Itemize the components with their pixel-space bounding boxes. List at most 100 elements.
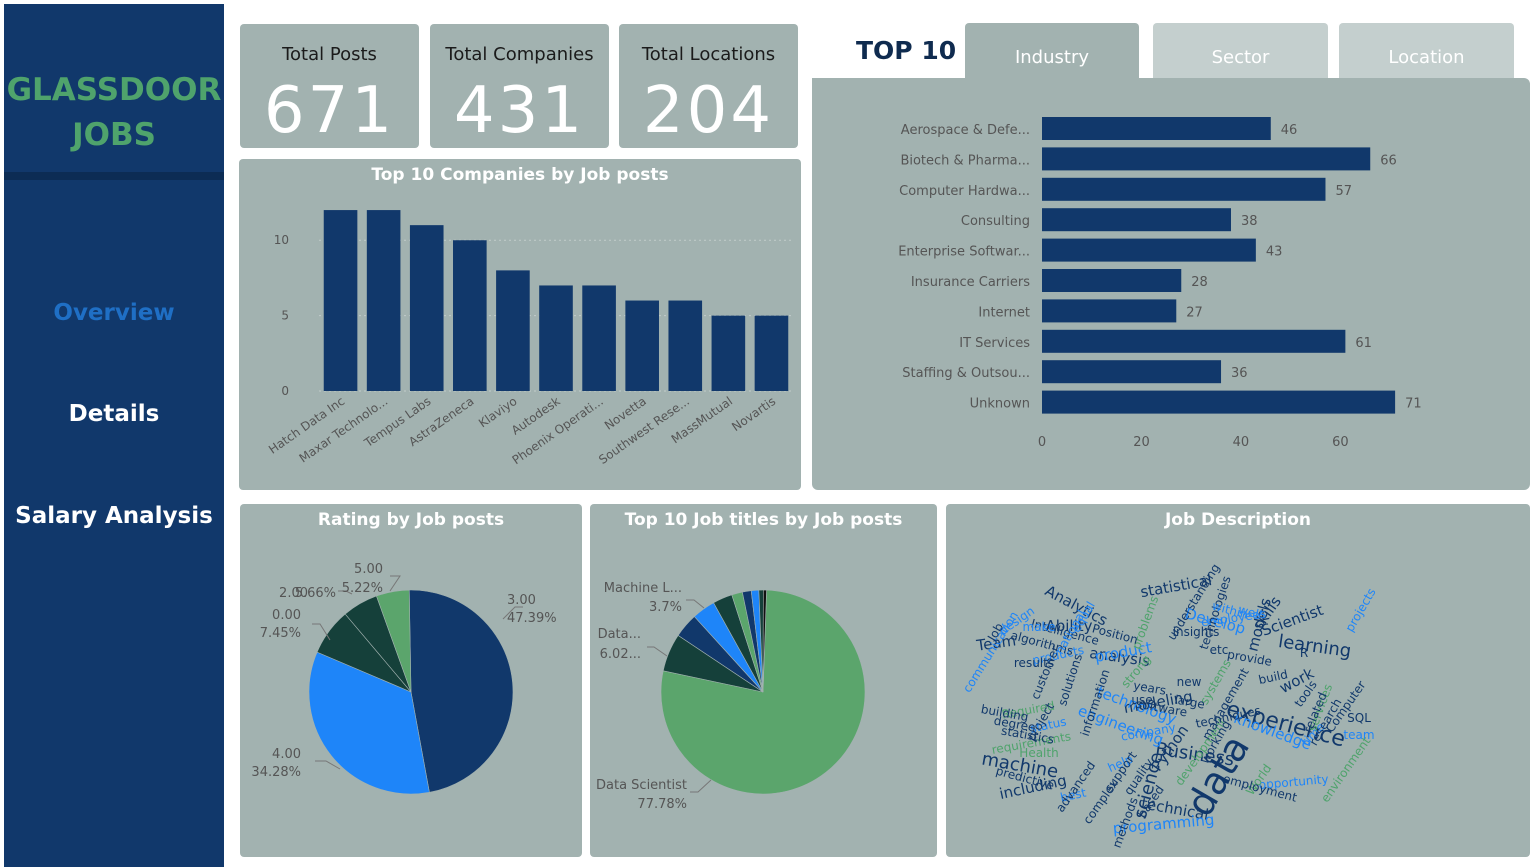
bar bbox=[409, 225, 444, 391]
slice-label: 3.00 bbox=[507, 593, 536, 608]
data-label: 38 bbox=[1241, 214, 1258, 229]
kpi-label: Total Posts bbox=[282, 44, 377, 65]
slice-label: 4.00 bbox=[272, 747, 301, 762]
cloud-word: etc bbox=[1210, 643, 1229, 657]
cloud-word: projects bbox=[1342, 586, 1378, 634]
data-label: 61 bbox=[1355, 336, 1372, 351]
x-tick-label: Novartis bbox=[729, 394, 778, 434]
tab-sector[interactable]: Sector bbox=[1153, 23, 1328, 78]
bar bbox=[496, 270, 530, 391]
bar bbox=[366, 210, 401, 391]
y-category-label: IT Services bbox=[959, 336, 1030, 351]
x-tick-label: 40 bbox=[1233, 435, 1250, 450]
bar bbox=[582, 285, 616, 391]
y-tick-label: 0 bbox=[281, 384, 289, 398]
word-cloud: dataexperienceBusinesslearningmachine sci… bbox=[960, 561, 1378, 850]
bar bbox=[1042, 390, 1396, 414]
cloud-word: SQL bbox=[1347, 711, 1371, 725]
cloud-word: results bbox=[1014, 656, 1054, 670]
kpi-total-companies: Total Companies 431 bbox=[430, 24, 609, 148]
slice-percent: 34.28% bbox=[251, 765, 301, 780]
companies-chart-panel: Top 10 Companies by Job posts 0 5 10 Hatch … bbox=[239, 159, 801, 490]
slice-label: 5.00 bbox=[354, 562, 383, 577]
leader-line bbox=[686, 599, 705, 609]
jobtitles-pie-chart: Data Scientist 77.78% Data... 6.02... Machin… bbox=[596, 581, 866, 812]
kpi-value: 431 bbox=[453, 74, 586, 148]
kpi-value: 671 bbox=[263, 74, 396, 148]
kpi-total-locations: Total Locations 204 bbox=[619, 24, 798, 148]
bar bbox=[668, 300, 703, 391]
y-category-label: Unknown bbox=[970, 397, 1030, 412]
kpi-value: 204 bbox=[642, 74, 775, 148]
cloud-word: learning bbox=[1277, 631, 1353, 662]
data-label: 66 bbox=[1380, 153, 1397, 168]
y-category-label: Enterprise Softwar... bbox=[898, 245, 1030, 260]
cloud-word: new bbox=[1177, 675, 1202, 689]
x-tick-label: 60 bbox=[1332, 435, 1349, 450]
kpi-total-posts: Total Posts 671 bbox=[240, 24, 419, 148]
bar bbox=[539, 285, 573, 391]
bar bbox=[1042, 177, 1326, 201]
brand-logo: GLASSDOOR JOBS bbox=[4, 68, 224, 158]
industry-bar-chart: Aerospace & Defe... 46 Biotech & Pharma...… bbox=[898, 117, 1422, 450]
brand-line2: JOBS bbox=[72, 117, 156, 153]
data-label: 57 bbox=[1335, 184, 1352, 199]
brand-divider bbox=[4, 172, 224, 180]
bar bbox=[323, 210, 358, 391]
top10-heading: TOP 10 bbox=[856, 36, 957, 65]
y-tick-label: 5 bbox=[281, 309, 289, 323]
rating-pie-panel: Rating by Job posts 3.00 47.39% 4.00 34.28%… bbox=[240, 504, 582, 857]
bar bbox=[1042, 360, 1222, 384]
tab-industry[interactable]: Industry bbox=[965, 23, 1139, 78]
y-category-label: Internet bbox=[978, 305, 1030, 320]
companies-bar-chart: 0510Hatch Data IncMaxar Technolo...Tempu… bbox=[266, 210, 793, 467]
bar bbox=[1042, 208, 1231, 232]
y-category-label: Staffing & Outsou... bbox=[902, 366, 1030, 381]
sidebar: GLASSDOOR JOBS Overview Details Salary A… bbox=[4, 4, 224, 867]
data-label: 27 bbox=[1186, 305, 1203, 320]
pie-slice bbox=[408, 589, 514, 793]
leader-line bbox=[647, 646, 668, 657]
slice-percent: 5.66% bbox=[295, 586, 336, 601]
leader-line bbox=[315, 760, 341, 770]
data-label: 71 bbox=[1405, 397, 1422, 412]
leader-line bbox=[389, 575, 401, 592]
x-tick-label: 20 bbox=[1133, 435, 1150, 450]
wordcloud-panel: Job Description data experience Business le… bbox=[946, 504, 1530, 857]
slice-percent: 6.02... bbox=[600, 647, 641, 662]
industry-chart-panel: Aerospace & Defe... 46 Biotech & Pharma...… bbox=[812, 78, 1530, 490]
bar bbox=[1042, 269, 1182, 292]
bar bbox=[754, 315, 789, 391]
slice-label: Data... bbox=[598, 627, 641, 642]
cloud-word: communication bbox=[960, 609, 1021, 695]
bar bbox=[453, 240, 487, 391]
nav-overview[interactable]: Overview bbox=[4, 300, 224, 326]
y-category-label: Aerospace & Defe... bbox=[901, 123, 1030, 138]
cloud-word: R bbox=[1300, 646, 1308, 660]
kpi-label: Total Companies bbox=[445, 44, 594, 65]
bar bbox=[711, 315, 746, 391]
data-label: 46 bbox=[1281, 123, 1298, 138]
bar bbox=[625, 300, 659, 391]
slice-percent: 77.78% bbox=[637, 797, 687, 812]
kpi-label: Total Locations bbox=[641, 44, 776, 65]
cloud-word: team bbox=[1343, 728, 1374, 742]
bar bbox=[1042, 147, 1371, 171]
y-tick-label: 10 bbox=[274, 233, 289, 247]
nav-details[interactable]: Details bbox=[4, 401, 224, 427]
bar bbox=[1042, 299, 1177, 323]
slice-percent: 7.45% bbox=[260, 626, 301, 641]
nav-salary-analysis[interactable]: Salary Analysis bbox=[4, 503, 224, 529]
y-category-label: Insurance Carriers bbox=[911, 275, 1030, 290]
slice-percent: 47.39% bbox=[507, 611, 557, 626]
cloud-word: make bbox=[1023, 620, 1056, 634]
y-category-label: Consulting bbox=[961, 214, 1030, 229]
tab-location[interactable]: Location bbox=[1339, 23, 1514, 78]
brand-line1: GLASSDOOR bbox=[6, 72, 222, 108]
y-category-label: Biotech & Pharma... bbox=[900, 153, 1030, 168]
cloud-word: use bbox=[1131, 693, 1152, 707]
data-label: 36 bbox=[1231, 366, 1248, 381]
x-tick-label: 0 bbox=[1038, 435, 1046, 450]
bar bbox=[1042, 329, 1346, 353]
jobtitles-pie-panel: Top 10 Job titles by Job posts Data Scie… bbox=[590, 504, 937, 857]
